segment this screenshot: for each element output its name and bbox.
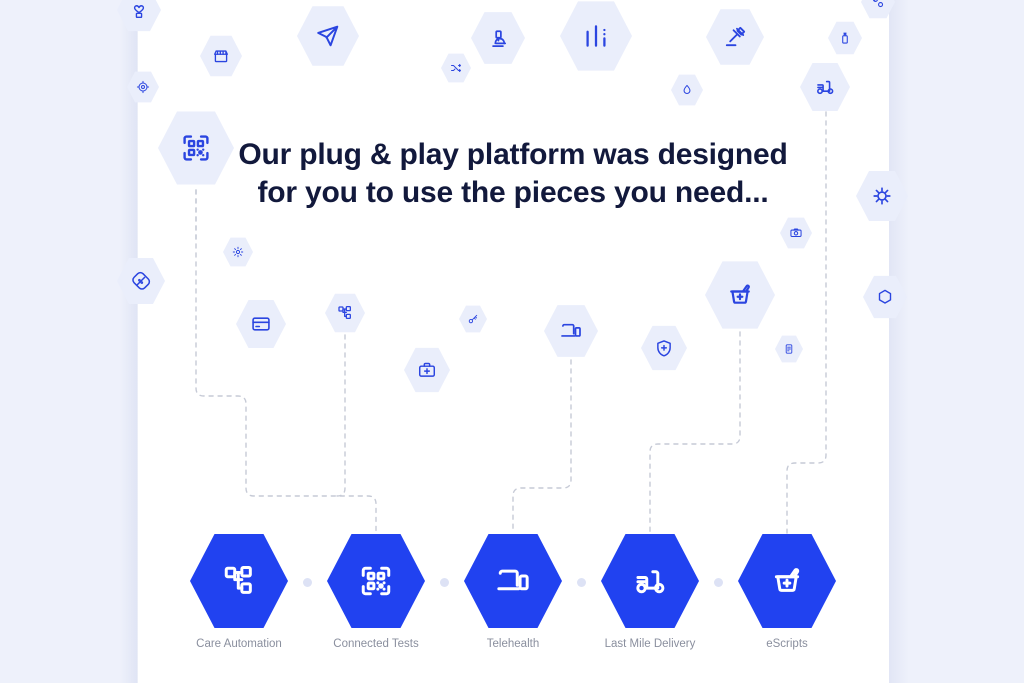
platform-pieces-row: Care Automation Connected Tests Telehealth… [0,0,1024,683]
hexagon-fill [327,534,425,628]
platform-piece-escripts[interactable]: eScripts [737,533,837,650]
connector-dot [303,578,312,587]
connector-dot [577,578,586,587]
hexagon-fill [601,534,699,628]
platform-piece-care-automation[interactable]: Care Automation [189,533,289,650]
platform-piece-label: eScripts [766,638,808,650]
hexagon-shape [464,534,562,628]
platform-piece-label: Connected Tests [333,638,419,650]
platform-piece-label: Care Automation [196,638,282,650]
connector-dot [440,578,449,587]
hexagon-shape [327,534,425,628]
hexagon-shape [738,534,836,628]
platform-piece-telehealth[interactable]: Telehealth [463,533,563,650]
hexagon-fill [464,534,562,628]
platform-piece-connected-tests[interactable]: Connected Tests [326,533,426,650]
platform-piece-label: Telehealth [486,638,540,650]
hexagon-shape [190,534,288,628]
platform-piece-label: Last Mile Delivery [604,638,696,650]
screenshot-stage: Our plug & play platform was designed fo… [0,0,1024,683]
connector-dot [714,578,723,587]
hexagon-shape [601,534,699,628]
platform-piece-last-mile-delivery[interactable]: Last Mile Delivery [600,533,700,650]
